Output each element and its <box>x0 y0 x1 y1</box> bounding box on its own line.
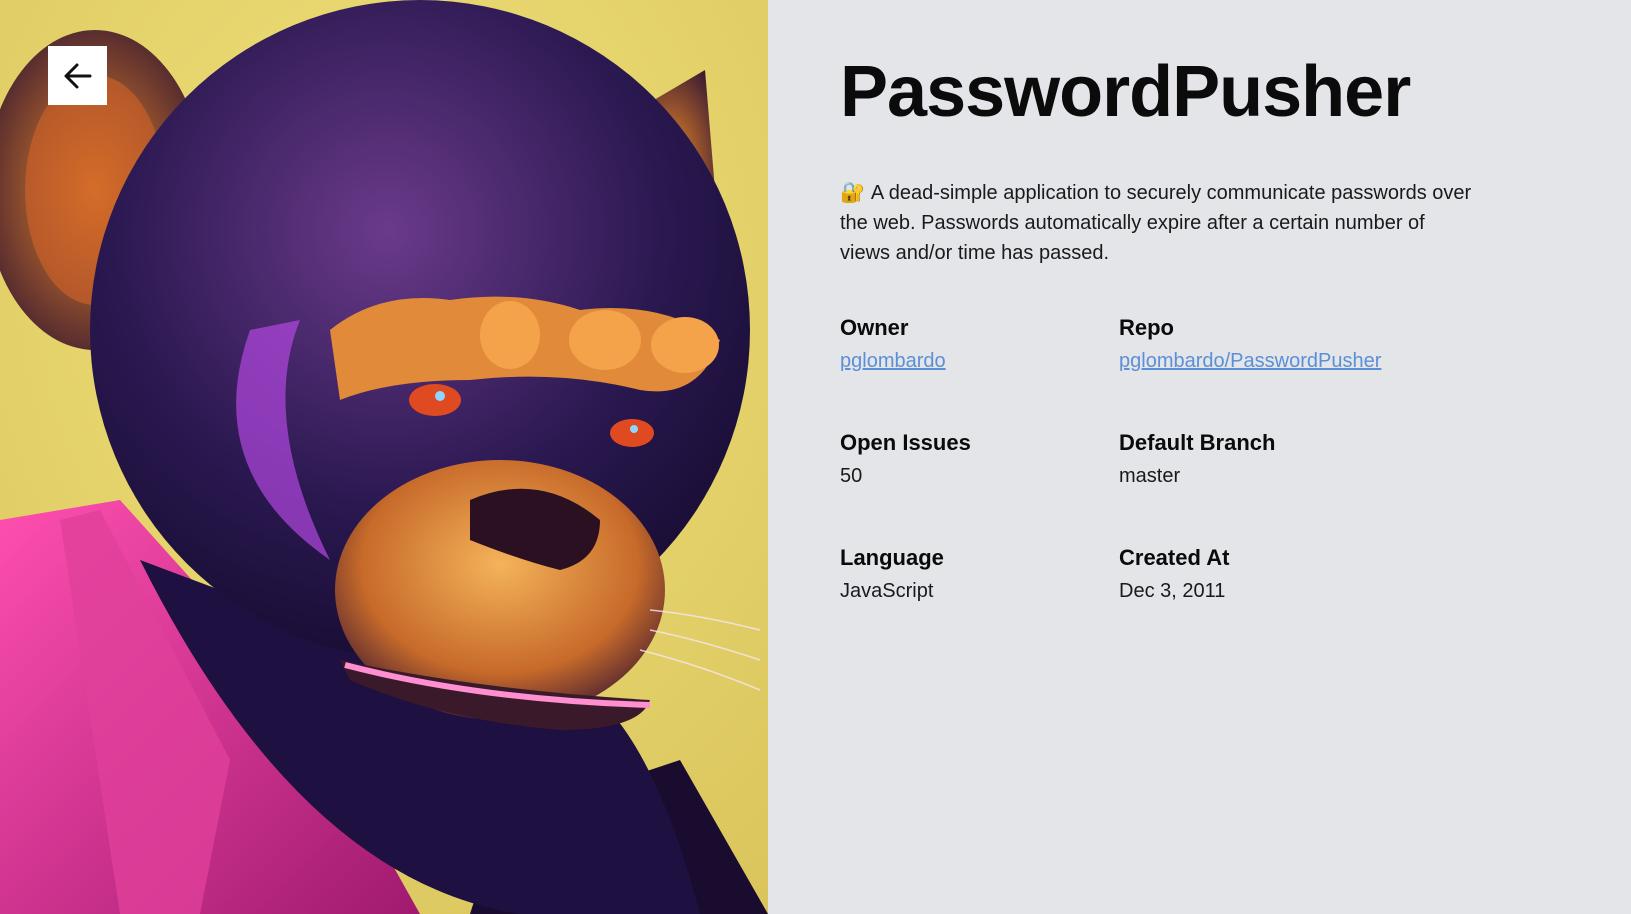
arrow-left-icon <box>64 63 91 88</box>
repo-details: PasswordPusher 🔐 A dead-simple applicatio… <box>840 40 1480 606</box>
created-at-label: Created At <box>1119 545 1230 570</box>
owner-field: Owner pglombardo <box>840 313 1119 376</box>
hero-image <box>0 0 768 914</box>
language-label: Language <box>840 545 944 570</box>
default-branch-value: master <box>1119 465 1181 487</box>
created-at-value: Dec 3, 2011 <box>1119 580 1226 602</box>
ape-portrait-illustration <box>0 0 768 914</box>
repo-field: Repo pglombardo/PasswordPusher <box>1119 313 1439 376</box>
repo-link[interactable]: pglombardo/PasswordPusher <box>1119 346 1381 376</box>
open-issues-label: Open Issues <box>840 430 971 455</box>
language-value: JavaScript <box>840 580 934 602</box>
repo-description: 🔐 A dead-simple application to securely c… <box>840 178 1480 268</box>
open-issues-field: Open Issues 50 <box>840 428 1119 491</box>
description-text: A dead-simple application to securely co… <box>840 182 1472 264</box>
lock-key-emoji: 🔐 <box>840 182 865 204</box>
repo-meta-grid: Owner pglombardo Repo pglombardo/Passwor… <box>840 313 1480 606</box>
page-title: PasswordPusher <box>840 52 1411 132</box>
language-field: Language JavaScript <box>840 543 1119 606</box>
repo-label: Repo <box>1119 315 1174 340</box>
open-issues-value: 50 <box>840 465 863 487</box>
default-branch-label: Default Branch <box>1119 430 1276 455</box>
default-branch-field: Default Branch master <box>1119 428 1439 491</box>
owner-link[interactable]: pglombardo <box>840 346 946 376</box>
created-at-field: Created At Dec 3, 2011 <box>1119 543 1439 606</box>
back-button[interactable] <box>48 46 107 105</box>
owner-label: Owner <box>840 315 909 340</box>
